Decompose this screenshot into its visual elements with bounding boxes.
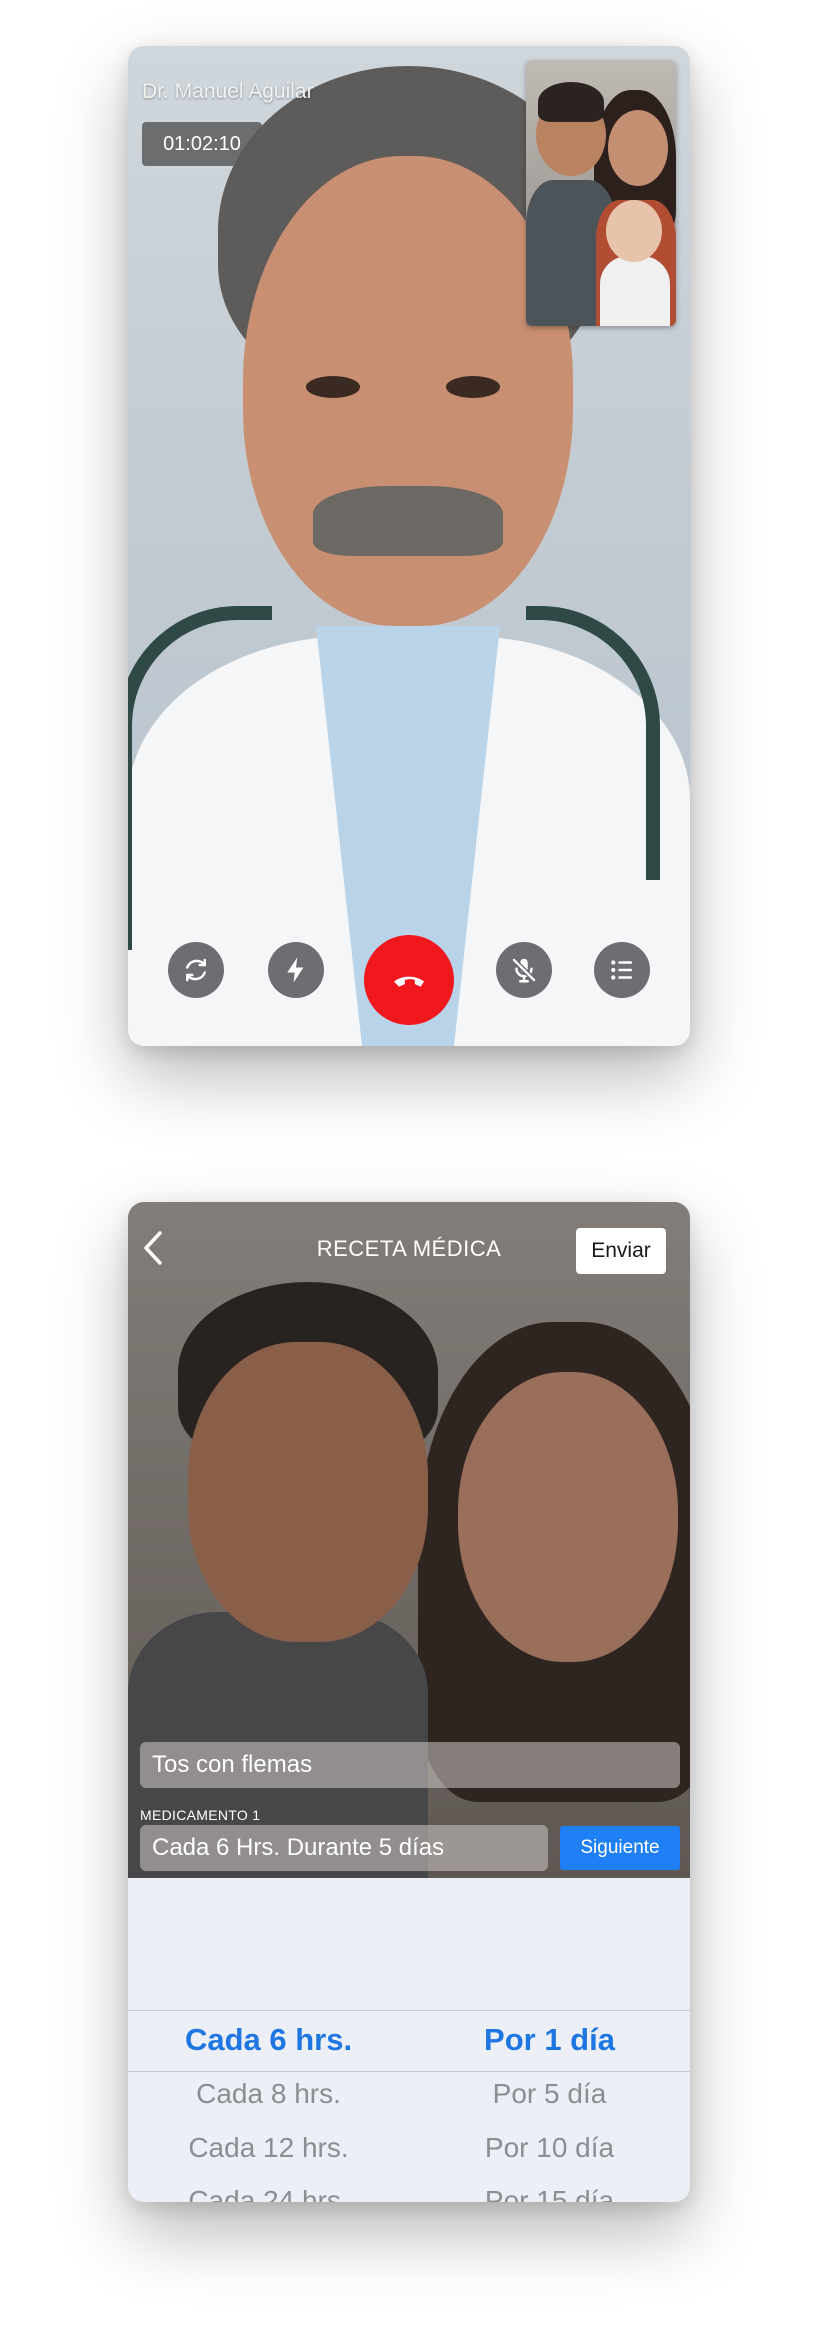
picker-item[interactable]: Cada 8 hrs. xyxy=(128,2078,409,2110)
mute-mic-icon xyxy=(512,958,536,983)
picker-item[interactable]: Por 1 día xyxy=(409,2022,690,2058)
doctor-mustache xyxy=(313,486,503,556)
picker-item[interactable]: Cada 24 hrs. xyxy=(128,2185,409,2202)
picker-item[interactable]: Por 15 día xyxy=(409,2185,690,2202)
end-call-button[interactable] xyxy=(364,935,454,1025)
pip-woman-face xyxy=(608,110,668,186)
video-call-screen: Dr. Manuel Aguilar 01:02:10 xyxy=(128,46,690,1046)
mute-button[interactable] xyxy=(496,942,552,998)
end-call-icon xyxy=(394,976,424,987)
flash-button[interactable] xyxy=(268,942,324,998)
caller-name: Dr. Manuel Aguilar xyxy=(142,80,314,103)
next-button[interactable]: Siguiente xyxy=(560,1826,680,1870)
diagnosis-field[interactable]: Tos con flemas xyxy=(140,1742,680,1788)
doctor-eye xyxy=(306,376,360,398)
doctor-eye xyxy=(446,376,500,398)
picker-item[interactable]: Por 10 día xyxy=(409,2132,690,2164)
pip-baby-body xyxy=(600,256,670,326)
pip-baby-face xyxy=(606,200,662,262)
menu-button[interactable] xyxy=(594,942,650,998)
self-view-video[interactable] xyxy=(526,60,676,326)
picker-item[interactable]: Por 5 día xyxy=(409,2078,690,2110)
picker-item[interactable]: Cada 6 hrs. xyxy=(128,2022,409,2058)
switch-camera-button[interactable] xyxy=(168,942,224,998)
stethoscope xyxy=(128,606,272,950)
stethoscope xyxy=(526,606,660,880)
prescription-header: RECETA MÉDICA Enviar xyxy=(128,1202,690,1294)
pip-man-hair xyxy=(538,82,604,122)
menu-list-icon xyxy=(611,960,632,980)
switch-camera-icon xyxy=(186,958,206,982)
prescription-screen: RECETA MÉDICA Enviar Tos con flemas MEDI… xyxy=(128,1202,690,2202)
send-button[interactable]: Enviar xyxy=(576,1228,666,1274)
call-controls xyxy=(128,935,690,1032)
picker-item[interactable]: Cada 12 hrs. xyxy=(128,2132,409,2164)
call-timer: 01:02:10 xyxy=(142,122,262,166)
flash-icon xyxy=(287,957,304,983)
medication-label: MEDICAMENTO 1 xyxy=(140,1807,261,1823)
dose-field[interactable]: Cada 6 Hrs. Durante 5 días xyxy=(140,1825,548,1871)
